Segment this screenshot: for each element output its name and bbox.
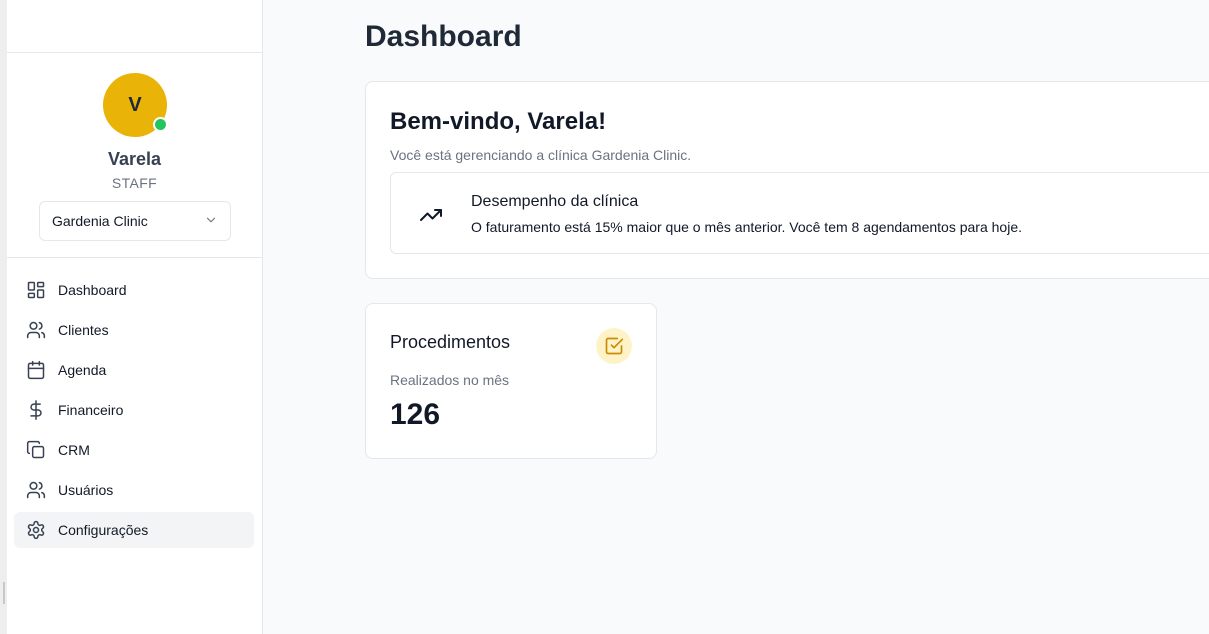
performance-panel: Desempenho da clínica O faturamento está… [390,172,1209,254]
trending-up-icon [419,203,443,232]
nav-item-configuracoes[interactable]: Configurações [14,512,254,548]
sidebar-header [7,0,262,53]
performance-title: Desempenho da clínica [471,193,639,210]
procedures-card: Procedimentos Realizados no mês 126 [365,303,657,459]
nav-item-label: Agenda [58,362,107,378]
nav-item-clientes[interactable]: Clientes [14,312,254,348]
nav-item-label: CRM [58,442,90,458]
nav-item-dashboard[interactable]: Dashboard [14,272,254,308]
welcome-card: Bem-vindo, Varela! Você está gerenciando… [365,81,1209,279]
sidebar-nav: Dashboard Clientes Agenda Financeiro CRM [14,272,254,552]
users-icon [26,480,46,500]
page-title: Dashboard [365,20,522,53]
nav-item-usuarios[interactable]: Usuários [14,472,254,508]
nav-item-crm[interactable]: CRM [14,432,254,468]
welcome-title: Bem-vindo, Varela! [390,108,607,135]
check-square-icon [596,328,632,364]
users-icon [26,320,46,340]
clinic-select-value: Gardenia Clinic [52,213,148,229]
gear-icon [26,520,46,540]
dollar-icon [26,400,46,420]
user-name: Varela [107,149,162,169]
nav-item-label: Usuários [58,482,114,498]
nav-item-agenda[interactable]: Agenda [14,352,254,388]
window-edge [0,0,7,634]
layout-dashboard-icon [26,280,46,300]
nav-item-label: Configurações [58,522,149,538]
online-status-dot [153,117,168,132]
stat-subtitle: Realizados no mês [390,372,510,388]
avatar[interactable]: V [103,73,168,137]
clinic-select[interactable]: Gardenia Clinic [39,201,231,241]
user-profile: V Varela STAFF Gardenia Clinic [7,53,262,258]
welcome-subtitle: Você está gerenciando a clínica Gardenia… [390,147,692,163]
user-role: STAFF [111,175,158,191]
performance-description: O faturamento está 15% maior que o mês a… [471,219,1022,235]
nav-item-label: Financeiro [58,402,124,418]
avatar-initial: V [128,93,142,116]
calendar-icon [26,360,46,380]
stat-value: 126 [390,398,441,431]
sidebar: V Varela STAFF Gardenia Clinic Dashboard… [7,0,263,634]
stat-title: Procedimentos [390,332,511,352]
nav-item-label: Dashboard [58,282,127,298]
chevron-down-icon [204,213,218,230]
copy-icon [26,440,46,460]
nav-item-label: Clientes [58,322,109,338]
resize-handle[interactable] [3,582,5,604]
nav-item-financeiro[interactable]: Financeiro [14,392,254,428]
